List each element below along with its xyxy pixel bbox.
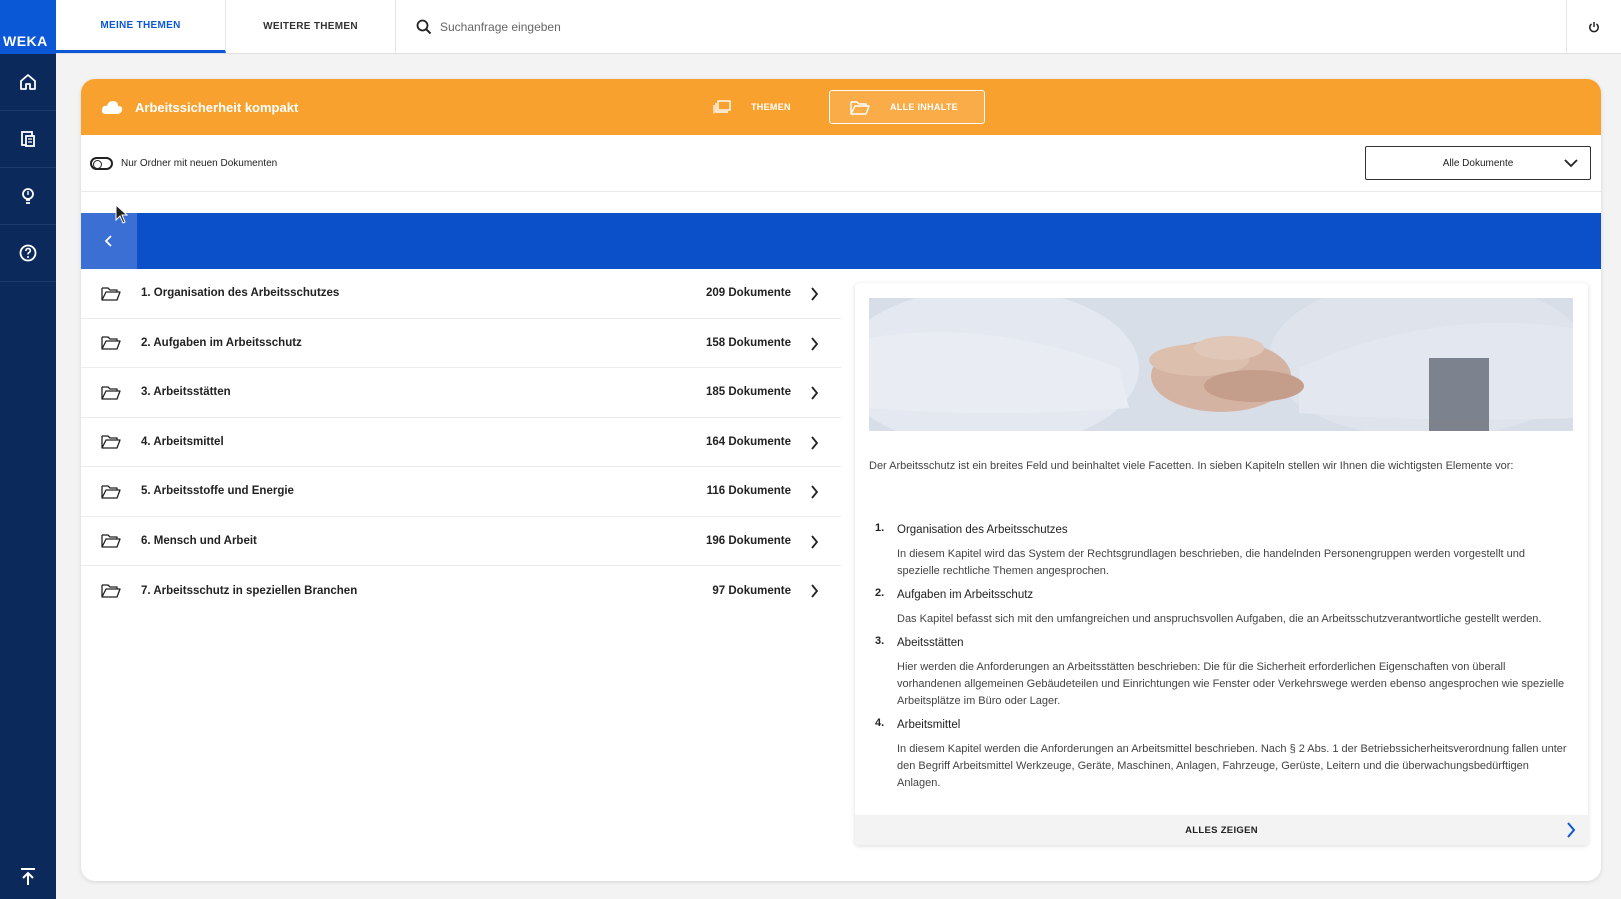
tab-alle-label: ALLE INHALTE [890,102,958,112]
tab-weitere-themen[interactable]: WEITERE THEMEN [226,0,396,53]
lightbulb-icon [22,188,34,204]
folder-icon [101,287,121,301]
cloud-icon [101,101,123,114]
dropdown-value: Alle Dokumente [1442,157,1514,169]
chapter-item: 4. Arbeitsmittel In diesem Kapitel werde… [869,717,1569,792]
chapter-title: Aufgaben im Arbeitsschutz [897,589,1034,601]
folder-count: 158 Dokumente [705,336,791,349]
search-bar [396,0,1567,53]
documents-nav-button[interactable] [0,111,56,168]
tab-themen-label: THEMEN [751,102,791,112]
navigation-band [81,213,1601,269]
folder-count: 209 Dokumente [705,287,791,300]
folder-name: 2. Aufgaben im Arbeitsschutz [141,336,302,349]
mouse-cursor-icon [115,204,129,224]
chapter-number: 2. [875,587,885,599]
show-all-button[interactable]: ALLES ZEIGEN [855,815,1588,845]
folder-list: 1. Organisation des Arbeitsschutzes 209 … [81,269,841,616]
folder-row[interactable]: 6. Mensch und Arbeit 196 Dokumente [81,517,841,566]
document-filter-select[interactable]: Alle Dokumente [1365,146,1591,180]
folder-row[interactable]: 1. Organisation des Arbeitsschutzes 209 … [81,269,841,319]
folder-name: 6. Mensch und Arbeit [141,534,257,547]
chapter-item: 2. Aufgaben im Arbeitsschutz Das Kapitel… [869,587,1569,628]
topic-header: Arbeitssicherheit kompakt THEMEN ALLE IN… [81,79,1601,135]
help-nav-button[interactable] [0,225,56,282]
chapter-list: 1. Organisation des Arbeitsschutzes In d… [869,522,1569,799]
chevron-left-icon [104,235,112,247]
chapter-number: 4. [875,717,885,729]
folder-icon [101,485,121,499]
folder-count: 97 Dokumente [712,584,791,597]
chevron-right-icon [811,584,819,598]
ideas-nav-button[interactable] [0,168,56,225]
chapter-text: Das Kapitel befasst sich mit den umfangr… [897,613,1542,625]
home-icon [20,74,36,90]
top-bar: MEINE THEMEN WEITERE THEMEN [56,0,1621,54]
tab-themen[interactable]: THEMEN [713,90,791,124]
stack-icon [713,100,731,114]
folder-icon [101,435,121,449]
scroll-top-button[interactable] [0,867,56,887]
home-nav-button[interactable] [0,54,56,111]
toggle-label: Nur Ordner mit neuen Dokumenten [121,157,278,169]
folder-row[interactable]: 5. Arbeitsstoffe und Energie 116 Dokumen… [81,467,841,517]
topic-title: Arbeitssicherheit kompakt [135,99,299,115]
chapter-title: Abeitsstätten [897,637,964,649]
chevron-right-icon [811,336,819,351]
chapter-number: 3. [875,635,885,647]
scroll-to-top-icon [21,868,35,885]
folder-icon [101,584,121,598]
left-rail: WEKA [0,0,56,899]
folder-row[interactable]: 2. Aufgaben im Arbeitsschutz 158 Dokumen… [81,319,841,368]
folder-name: 4. Arbeitsmittel [141,435,224,448]
tab-alle-inhalte[interactable]: ALLE INHALTE [829,90,985,124]
folder-open-icon [850,100,870,115]
chevron-right-icon [1567,822,1576,838]
folder-count: 196 Dokumente [705,534,791,547]
folder-icon [101,336,121,350]
teamwork-hands-image [869,298,1573,431]
folder-name: 1. Organisation des Arbeitsschutzes [141,287,340,300]
chapter-item: 3. Abeitsstätten Hier werden die Anforde… [869,635,1569,710]
folder-count: 164 Dokumente [705,435,791,448]
search-icon [416,19,432,34]
chapter-item: 1. Organisation des Arbeitsschutzes In d… [869,522,1569,580]
folder-name: 5. Arbeitsstoffe und Energie [141,485,294,498]
folder-count: 185 Dokumente [705,386,791,399]
logo-text: WEKA [3,33,48,49]
folder-row[interactable]: 7. Arbeitsschutz in speziellen Branchen … [81,566,841,616]
show-all-label: ALLES ZEIGEN [1185,824,1258,836]
chapter-title: Organisation des Arbeitsschutzes [897,524,1068,536]
filter-bar: Nur Ordner mit neuen Dokumenten Alle Dok… [81,135,1601,192]
topic-card: Arbeitssicherheit kompakt THEMEN ALLE IN… [81,79,1601,881]
folder-name: 3. Arbeitsstätten [141,386,231,399]
chapter-number: 1. [875,522,885,534]
weka-logo[interactable]: WEKA [0,0,56,54]
help-icon [19,244,37,262]
description-panel: Der Arbeitsschutz ist ein breites Feld u… [855,283,1588,845]
chapter-text: In diesem Kapitel werden die Anforderung… [897,743,1567,789]
chevron-right-icon [811,534,819,549]
power-icon [1589,21,1599,32]
chevron-right-icon [811,287,819,301]
chevron-right-icon [811,485,819,499]
chapter-title: Arbeitsmittel [897,719,961,731]
folder-icon [101,386,121,400]
folder-row[interactable]: 4. Arbeitsmittel 164 Dokumente [81,418,841,467]
search-input[interactable] [440,19,840,34]
folder-name: 7. Arbeitsschutz in speziellen Branchen [141,584,358,597]
chapter-text: Hier werden die Anforderungen an Arbeits… [897,661,1565,707]
new-docs-toggle[interactable] [90,156,113,170]
chevron-right-icon [811,435,819,450]
folder-count: 116 Dokumente [706,485,791,498]
tab-meine-themen[interactable]: MEINE THEMEN [56,0,226,53]
chevron-right-icon [811,386,819,400]
folder-row[interactable]: 3. Arbeitsstätten 185 Dokumente [81,368,841,418]
chapter-text: In diesem Kapitel wird das System der Re… [897,548,1526,577]
logout-button[interactable] [1567,0,1621,53]
documents-icon [21,131,35,147]
folder-icon [101,534,121,548]
chevron-down-icon [1564,159,1578,168]
panel-intro: Der Arbeitsschutz ist ein breites Feld u… [869,460,1514,472]
